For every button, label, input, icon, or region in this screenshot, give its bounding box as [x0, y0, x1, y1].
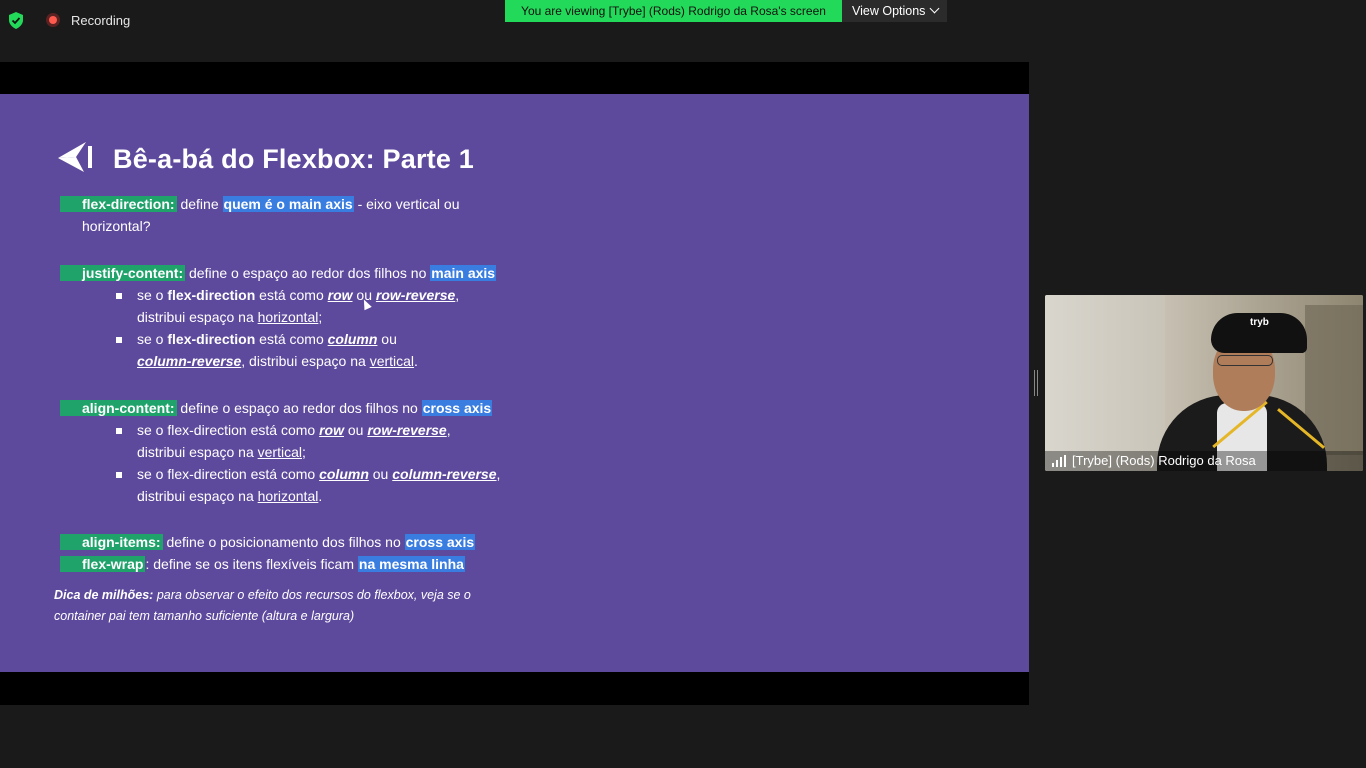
justify-sub1-line1: se o flex-direction está como row ou row…: [137, 286, 459, 304]
text: horizontal: [257, 488, 319, 504]
text: vertical: [369, 353, 415, 369]
text: , distribui espaço na: [241, 353, 370, 369]
recording-icon[interactable]: [46, 13, 60, 27]
text: row: [319, 422, 344, 438]
tip-line-1: Dica de milhões: para observar o efeito …: [54, 586, 471, 604]
align-sub2-line1: se o flex-direction está como column ou …: [137, 465, 500, 483]
same-line-highlight: na mesma linha: [357, 556, 465, 572]
panel-resize-handle[interactable]: [1034, 370, 1038, 396]
text: ,: [455, 287, 460, 303]
justify-sub2-line1: se o flex-direction está como column ou: [137, 330, 397, 348]
meeting-top-bar: Recording You are viewing [Trybe] (Rods)…: [0, 0, 1366, 40]
shared-screen: Bê-a-bá do Flexbox: Parte 1 flex-directi…: [0, 62, 1029, 705]
text: column: [327, 331, 378, 347]
text: está como: [255, 287, 328, 303]
justify-content-label: justify-content:: [60, 265, 186, 281]
text: column-reverse: [137, 353, 242, 369]
align-content-line: align-content: define o espaço ao redor …: [60, 399, 493, 417]
security-shield-icon[interactable]: [8, 12, 24, 29]
cross-axis-highlight: cross axis: [404, 534, 476, 550]
text: define: [176, 196, 223, 212]
flex-direction-line: flex-direction: define quem é o main axi…: [60, 195, 460, 213]
align-sub1-line1: se o flex-direction está como row ou row…: [137, 421, 451, 439]
text: column-reverse: [392, 466, 497, 482]
viewing-screen-banner: You are viewing [Trybe] (Rods) Rodrigo d…: [505, 0, 842, 22]
text: .: [414, 353, 418, 369]
text: distribui espaço na: [137, 444, 258, 460]
sub-bullet-icon: [116, 428, 122, 434]
view-options-button[interactable]: View Options: [842, 0, 947, 22]
cross-axis-highlight: cross axis: [421, 400, 493, 416]
justify-content-line: justify-content: define o espaço ao redo…: [60, 264, 497, 282]
video-background: [1045, 295, 1165, 471]
text: para observar o efeito dos recursos do f…: [153, 588, 471, 602]
participant-video-tile[interactable]: tryb [Trybe] (Rods) Rodrigo da Rosa: [1045, 295, 1363, 471]
flex-direction-label: flex-direction:: [60, 196, 177, 212]
participant-name: [Trybe] (Rods) Rodrigo da Rosa: [1072, 453, 1256, 468]
text: vertical: [257, 444, 302, 460]
text: ,: [446, 422, 451, 438]
signal-strength-icon: [1052, 455, 1068, 467]
align-sub1-line2: distribui espaço na vertical;: [137, 443, 306, 461]
sub-bullet-icon: [116, 337, 122, 343]
text: ,: [496, 466, 501, 482]
text: define o espaço ao redor dos filhos no: [185, 265, 431, 281]
text: horizontal: [257, 309, 319, 325]
flex-direction-line-2: horizontal?: [82, 218, 151, 234]
slide-title: Bê-a-bá do Flexbox: Parte 1: [113, 144, 474, 174]
text: se o flex-direction está como: [137, 422, 320, 438]
flex-wrap-line: flex-wrap: define se os itens flexíveis …: [60, 555, 465, 573]
align-content-label: align-content:: [60, 400, 177, 416]
main-axis-highlight: quem é o main axis: [222, 196, 354, 212]
recording-label: Recording: [71, 13, 131, 28]
tip-bold: Dica de milhões:: [54, 588, 154, 602]
tip-line-2: container pai tem tamanho suficiente (al…: [54, 609, 355, 623]
align-items-line: align-items: define o posicionamento dos…: [60, 533, 476, 551]
flex-wrap-label: flex-wrap: [60, 556, 146, 572]
main-axis-highlight: main axis: [430, 265, 497, 281]
text: está como: [255, 331, 328, 347]
text: se o: [137, 287, 168, 303]
trybe-logo-icon: [58, 142, 92, 172]
text: flex-direction: [167, 331, 256, 347]
align-items-label: align-items:: [60, 534, 163, 550]
text: ou: [377, 331, 397, 347]
text: column: [319, 466, 369, 482]
text: define o espaço ao redor dos filhos no: [176, 400, 422, 416]
text: distribui espaço na: [137, 488, 258, 504]
text: ;: [318, 309, 323, 325]
text: ou: [343, 422, 368, 438]
text: row-reverse: [375, 287, 456, 303]
text: flex-direction: [167, 287, 256, 303]
cap-logo: tryb: [1250, 317, 1269, 328]
participant-glasses: [1217, 355, 1273, 366]
sub-bullet-icon: [116, 472, 122, 478]
justify-sub1-line2: distribui espaço na horizontal;: [137, 308, 322, 326]
justify-sub2-line2: column-reverse, distribui espaço na vert…: [137, 352, 418, 370]
text: row: [327, 287, 353, 303]
view-options-label: View Options: [852, 4, 926, 18]
text: ou: [368, 466, 393, 482]
text: row-reverse: [367, 422, 447, 438]
text: - eixo vertical ou: [353, 196, 460, 212]
align-sub2-line2: distribui espaço na horizontal.: [137, 487, 322, 505]
text: .: [318, 488, 323, 504]
sub-bullet-icon: [116, 293, 122, 299]
text: define o posicionamento dos filhos no: [162, 534, 405, 550]
text: se o flex-direction está como: [137, 466, 320, 482]
text: : define se os itens flexíveis ficam: [145, 556, 358, 572]
presentation-slide: Bê-a-bá do Flexbox: Parte 1 flex-directi…: [0, 94, 1029, 672]
chevron-down-icon: [929, 3, 940, 14]
text: se o: [137, 331, 168, 347]
text: distribui espaço na: [137, 309, 258, 325]
text: ;: [302, 444, 306, 460]
